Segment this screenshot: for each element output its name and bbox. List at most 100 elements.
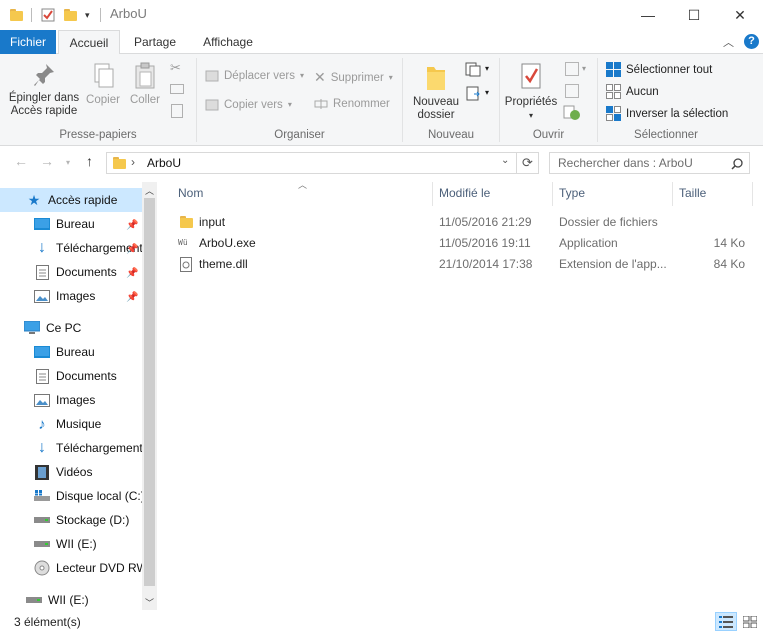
nav-quick-access[interactable]: ★ Accès rapide	[0, 188, 142, 212]
search-box[interactable]: Rechercher dans : ArboU	[549, 152, 750, 174]
title-bar: ▾ ArboU — ☐ ✕	[0, 0, 763, 30]
nav-pc-wii[interactable]: WII (E:)	[0, 532, 142, 556]
properties-button[interactable]: Propriétés ▾	[502, 62, 560, 122]
documents-icon	[34, 264, 50, 280]
select-all-button[interactable]: Sélectionner tout	[606, 62, 712, 77]
minimize-button[interactable]: —	[625, 0, 671, 30]
drive-icon	[34, 536, 50, 552]
ribbon: Épingler dans Accès rapide Copier Coller…	[0, 54, 763, 146]
pin-icon[interactable]: 📌	[126, 268, 138, 279]
file-row[interactable]: Wü ArboU.exe 11/05/2016 19:11 Applicatio…	[170, 233, 755, 254]
breadcrumb-current[interactable]: ArboU	[147, 156, 181, 170]
back-button[interactable]: ←	[14, 153, 28, 169]
tab-share[interactable]: Partage	[126, 30, 184, 54]
paste-shortcut-icon[interactable]	[171, 104, 183, 118]
pin-icon[interactable]: 📌	[126, 244, 138, 255]
open-group-label: Ouvrir	[532, 129, 565, 141]
pin-icon[interactable]: 📌	[126, 292, 138, 303]
help-icon[interactable]: ?	[744, 34, 759, 49]
rename-button[interactable]: Renommer	[314, 98, 390, 110]
scroll-up-icon[interactable]: ︿	[145, 184, 154, 197]
nav-label: Bureau	[56, 217, 95, 231]
new-item-dropdown[interactable]: ▾	[485, 64, 489, 73]
nav-qa-pictures[interactable]: Images	[0, 284, 142, 308]
column-header-size[interactable]: Taille	[679, 186, 706, 200]
open-icon[interactable]	[565, 62, 579, 76]
nav-qa-desktop[interactable]: Bureau	[0, 212, 142, 236]
file-row[interactable]: theme.dll 21/10/2014 17:38 Extension de …	[170, 254, 755, 275]
edit-icon[interactable]	[565, 84, 579, 98]
invert-selection-button[interactable]: Inverser la sélection	[606, 106, 728, 121]
copy-path-icon[interactable]	[170, 84, 184, 94]
delete-label: Supprimer	[330, 71, 384, 84]
forward-button[interactable]: →	[40, 153, 54, 169]
customize-toolbar-dropdown[interactable]: ▾	[85, 6, 90, 24]
nav-drive-wii[interactable]: WII (E:)	[0, 588, 142, 610]
paste-button[interactable]: Coller	[126, 62, 164, 107]
up-button[interactable]: ↑	[86, 153, 93, 169]
details-view-button[interactable]	[715, 612, 737, 631]
breadcrumb-separator: ›	[131, 155, 135, 169]
nav-pc-downloads[interactable]: ↓ Téléchargements	[0, 436, 142, 460]
new-item-button[interactable]	[465, 62, 483, 78]
nav-pc-storage[interactable]: Stockage (D:)	[0, 508, 142, 532]
new-folder-quick-button[interactable]	[64, 6, 77, 24]
copy-button[interactable]: Copier	[84, 62, 122, 107]
file-row[interactable]: input 11/05/2016 21:29 Dossier de fichie…	[170, 212, 755, 233]
exe-icon: Wü	[178, 238, 188, 247]
select-none-button[interactable]: Aucun	[606, 84, 659, 99]
nav-pc-local-disk[interactable]: Disque local (C:)	[0, 484, 142, 508]
nav-label: Ce PC	[46, 321, 82, 335]
divider	[100, 8, 101, 22]
close-button[interactable]: ✕	[717, 0, 763, 30]
ribbon-tabs: Fichier Accueil Partage Affichage ︿ ?	[0, 30, 763, 55]
divider	[31, 8, 32, 22]
large-icons-view-button[interactable]	[739, 612, 761, 631]
window-title: ArboU	[110, 6, 147, 21]
tab-home[interactable]: Accueil	[58, 30, 120, 55]
nav-pc-desktop[interactable]: Bureau	[0, 340, 142, 364]
tab-file[interactable]: Fichier	[0, 30, 56, 54]
refresh-button[interactable]: ⟳	[517, 152, 539, 174]
nav-pc-videos[interactable]: Vidéos	[0, 460, 142, 484]
videos-icon	[34, 464, 50, 480]
cut-icon[interactable]: ✂	[170, 60, 181, 76]
nav-qa-downloads[interactable]: ↓ Téléchargements	[0, 236, 142, 260]
easy-access-button[interactable]	[465, 86, 483, 102]
column-header-modified[interactable]: Modifié le	[439, 186, 490, 200]
maximize-button[interactable]: ☐	[671, 0, 717, 30]
easy-access-dropdown[interactable]: ▾	[485, 88, 489, 97]
properties-label: Propriétés	[504, 96, 558, 108]
organize-group-label: Organiser	[274, 129, 325, 141]
nav-pc-documents[interactable]: Documents	[0, 364, 142, 388]
rename-label: Renommer	[333, 98, 390, 110]
properties-quick-button[interactable]	[41, 6, 55, 24]
nav-qa-documents[interactable]: Documents	[0, 260, 142, 284]
delete-button[interactable]: ✕ Supprimer ▾	[314, 69, 393, 86]
column-header-type[interactable]: Type	[559, 186, 585, 200]
scroll-down-icon[interactable]: ﹀	[145, 596, 154, 609]
nav-label: Bureau	[56, 345, 95, 359]
search-icon[interactable]	[731, 158, 743, 170]
pin-quick-access-button[interactable]: Épingler dans Accès rapide	[4, 62, 84, 118]
move-to-button[interactable]: Déplacer vers ▾	[205, 69, 304, 82]
open-dropdown[interactable]: ▾	[582, 64, 586, 73]
pin-icon[interactable]: 📌	[126, 220, 138, 231]
properties-dropdown[interactable]: ▾	[502, 109, 560, 122]
recent-locations-dropdown[interactable]: ▾	[66, 158, 70, 167]
nav-scrollbar-thumb[interactable]	[144, 198, 155, 586]
copy-to-button[interactable]: Copier vers ▾	[205, 98, 292, 111]
address-dropdown[interactable]: ⌄	[501, 155, 509, 166]
address-bar[interactable]: › ArboU ⌄	[106, 152, 517, 174]
search-input[interactable]: Rechercher dans : ArboU	[558, 156, 693, 170]
column-header-name[interactable]: Nom	[178, 186, 203, 200]
history-button[interactable]	[563, 105, 581, 121]
nav-pc-pictures[interactable]: Images	[0, 388, 142, 412]
nav-pc-dvd[interactable]: Lecteur DVD RW	[0, 556, 142, 580]
nav-pc-music[interactable]: ♪ Musique	[0, 412, 142, 436]
new-folder-button[interactable]: Nouveau dossier	[408, 62, 464, 122]
collapse-ribbon-icon[interactable]: ︿	[723, 34, 734, 50]
nav-this-pc[interactable]: Ce PC	[0, 316, 142, 340]
tab-view[interactable]: Affichage	[192, 30, 264, 54]
file-modified: 11/05/2016 19:11	[439, 236, 531, 250]
